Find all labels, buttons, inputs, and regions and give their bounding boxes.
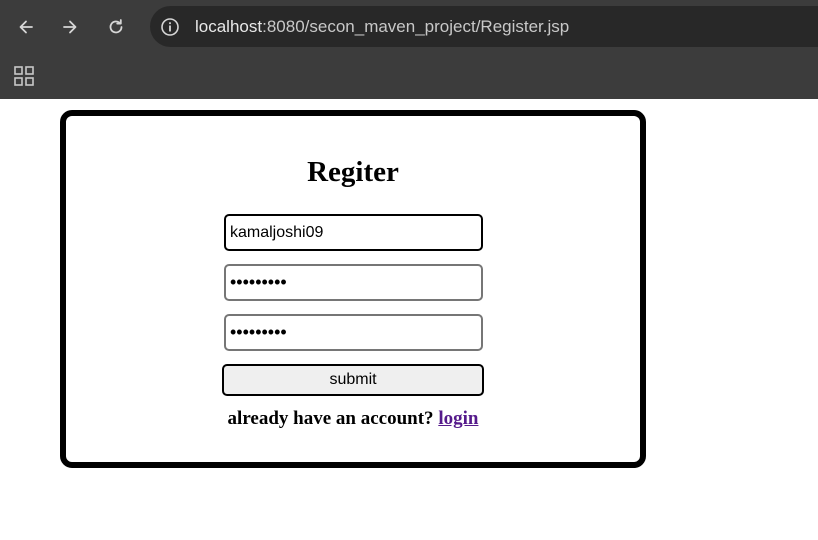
forward-button[interactable]	[53, 10, 87, 44]
bookmarks-bar	[0, 55, 818, 99]
url-path: :8080/secon_maven_project/Register.jsp	[262, 17, 570, 36]
reload-button[interactable]	[99, 10, 133, 44]
submit-button[interactable]: submit	[222, 364, 484, 396]
back-button[interactable]	[9, 10, 43, 44]
page-title: Regiter	[307, 156, 399, 188]
site-info-icon[interactable]	[160, 17, 180, 37]
login-prompt-text: already have an account?	[227, 408, 439, 429]
username-field[interactable]	[224, 214, 483, 251]
browser-toolbar: localhost:8080/secon_maven_project/Regis…	[0, 0, 818, 55]
forward-arrow-icon	[63, 20, 77, 34]
back-arrow-icon	[19, 20, 33, 34]
password-field[interactable]	[224, 264, 483, 301]
address-url[interactable]: localhost:8080/secon_maven_project/Regis…	[195, 17, 569, 37]
login-link[interactable]: login	[438, 408, 478, 429]
register-card: Regiter submit already have an account? …	[60, 110, 646, 468]
reload-icon	[109, 19, 123, 34]
url-host: localhost	[195, 17, 263, 36]
address-bar[interactable]: localhost:8080/secon_maven_project/Regis…	[150, 6, 818, 47]
browser-chrome: localhost:8080/secon_maven_project/Regis…	[0, 0, 818, 99]
apps-grid-icon[interactable]	[13, 65, 35, 87]
confirm-password-field[interactable]	[224, 314, 483, 351]
login-prompt: already have an account? login	[66, 408, 640, 430]
